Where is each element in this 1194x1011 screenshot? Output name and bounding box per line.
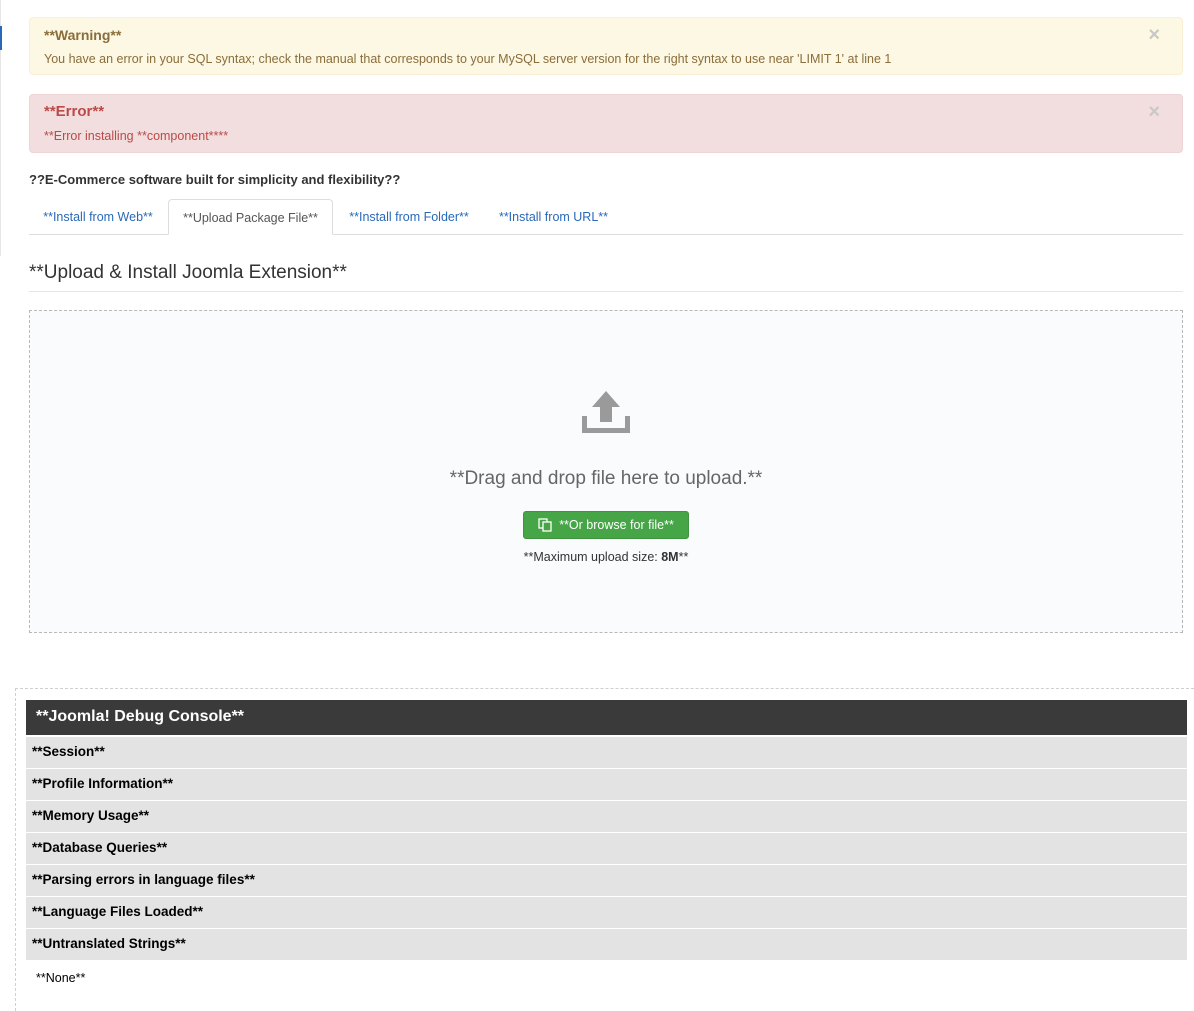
debug-console-header: **Joomla! Debug Console**	[26, 700, 1187, 735]
tab-upload-package-file[interactable]: **Upload Package File**	[168, 199, 333, 235]
left-edge-accent	[0, 26, 2, 50]
max-size-value: 8M	[661, 550, 679, 564]
upload-section-title: **Upload & Install Joomla Extension**	[29, 262, 347, 283]
tab-install-from-folder[interactable]: **Install from Folder**	[334, 199, 484, 235]
browse-file-label: **Or browse for file**	[559, 518, 674, 532]
browse-file-button[interactable]: **Or browse for file**	[523, 511, 689, 539]
debug-row-untranslated-strings[interactable]: **Untranslated Strings**	[26, 929, 1187, 960]
upload-icon	[581, 391, 631, 435]
max-size-suffix: **	[678, 550, 689, 564]
debug-row-parsing-errors[interactable]: **Parsing errors in language files**	[26, 865, 1187, 896]
tab-install-from-url[interactable]: **Install from URL**	[485, 199, 622, 235]
install-tabs: **Install from Web** **Upload Package Fi…	[29, 199, 1183, 235]
error-close-icon[interactable]: ×	[1148, 102, 1160, 122]
debug-row-session[interactable]: **Session**	[26, 737, 1187, 768]
warning-alert: **Warning** You have an error in your SQ…	[29, 17, 1183, 75]
copy-icon	[538, 518, 552, 532]
debug-row-profile-information[interactable]: **Profile Information**	[26, 769, 1187, 800]
warning-heading: **Warning**	[44, 27, 122, 43]
debug-row-memory-usage[interactable]: **Memory Usage**	[26, 801, 1187, 832]
warning-message: You have an error in your SQL syntax; ch…	[44, 52, 892, 66]
section-divider	[29, 291, 1183, 292]
upload-dropzone[interactable]: **Drag and drop file here to upload.** *…	[29, 310, 1183, 633]
untranslated-none-text: **None**	[36, 971, 86, 985]
error-message: **Error installing **component****	[44, 129, 229, 143]
error-heading: **Error**	[44, 103, 105, 120]
component-tagline: ??E-Commerce software built for simplici…	[29, 172, 401, 187]
debug-row-language-files-loaded[interactable]: **Language Files Loaded**	[26, 897, 1187, 928]
error-alert: **Error** **Error installing **component…	[29, 94, 1183, 153]
tab-install-from-web[interactable]: **Install from Web**	[29, 199, 167, 235]
debug-console: **Joomla! Debug Console** **Session** **…	[15, 688, 1194, 1011]
max-upload-size: **Maximum upload size: 8M**	[30, 550, 1182, 564]
warning-close-icon[interactable]: ×	[1148, 25, 1160, 45]
debug-row-database-queries[interactable]: **Database Queries**	[26, 833, 1187, 864]
drag-drop-text: **Drag and drop file here to upload.**	[449, 468, 763, 489]
max-size-prefix: **Maximum upload size:	[523, 550, 662, 564]
